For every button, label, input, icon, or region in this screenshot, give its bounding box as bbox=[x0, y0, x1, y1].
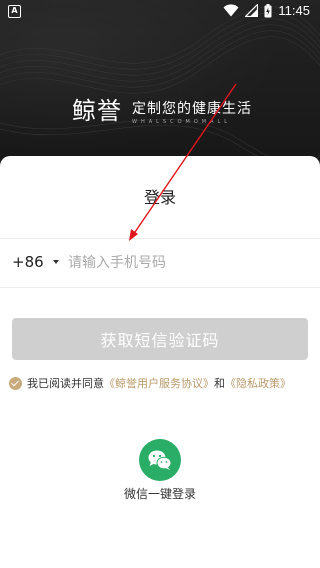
agreement-row: 我已阅读并同意 《鲸誉用户服务协议》 和 《隐私政策》 bbox=[9, 375, 314, 391]
brand-subtext: WHALSCOMOMALL bbox=[132, 119, 232, 125]
brand-header: 鲸誉 定制您的健康生活 WHALSCOMOMALL bbox=[72, 97, 252, 125]
brand-logo: 鲸誉 bbox=[72, 97, 122, 125]
caret-down-icon bbox=[52, 260, 59, 264]
wechat-icon bbox=[148, 450, 172, 470]
get-code-button[interactable]: 获取短信验证码 bbox=[12, 318, 308, 360]
wifi-icon bbox=[223, 4, 239, 17]
agreement-conjunction: 和 bbox=[214, 377, 225, 390]
wechat-login-label: 微信一键登录 bbox=[123, 487, 196, 501]
country-code-selector[interactable]: +86 bbox=[12, 253, 59, 271]
country-code-label: +86 bbox=[12, 253, 44, 271]
status-bar: A 11:45 bbox=[0, 0, 320, 24]
brand-slogan: 定制您的健康生活 bbox=[132, 101, 252, 117]
battery-charging-icon bbox=[264, 3, 272, 17]
page-title: 登录 bbox=[143, 188, 176, 207]
phone-row: +86 bbox=[0, 238, 320, 288]
phone-input[interactable] bbox=[68, 251, 298, 275]
login-card: 登录 +86 获取短信验证码 我已阅读并同意 《鲸誉用户服务协议》 和 《隐私政… bbox=[0, 156, 320, 568]
agreement-checkbox[interactable] bbox=[9, 376, 22, 390]
agreement-prefix: 我已阅读并同意 bbox=[27, 377, 104, 390]
privacy-policy-link[interactable]: 《隐私政策》 bbox=[225, 375, 291, 391]
service-agreement-link[interactable]: 《鲸誉用户服务协议》 bbox=[104, 375, 214, 391]
wechat-login-button[interactable] bbox=[139, 439, 181, 481]
cellular-signal-icon bbox=[245, 4, 259, 17]
wave-lines-decoration bbox=[0, 6, 320, 170]
hero-banner: 鲸誉 定制您的健康生活 WHALSCOMOMALL bbox=[0, 0, 320, 170]
status-time: 11:45 bbox=[278, 3, 310, 18]
keyboard-status-icon: A bbox=[8, 5, 21, 18]
